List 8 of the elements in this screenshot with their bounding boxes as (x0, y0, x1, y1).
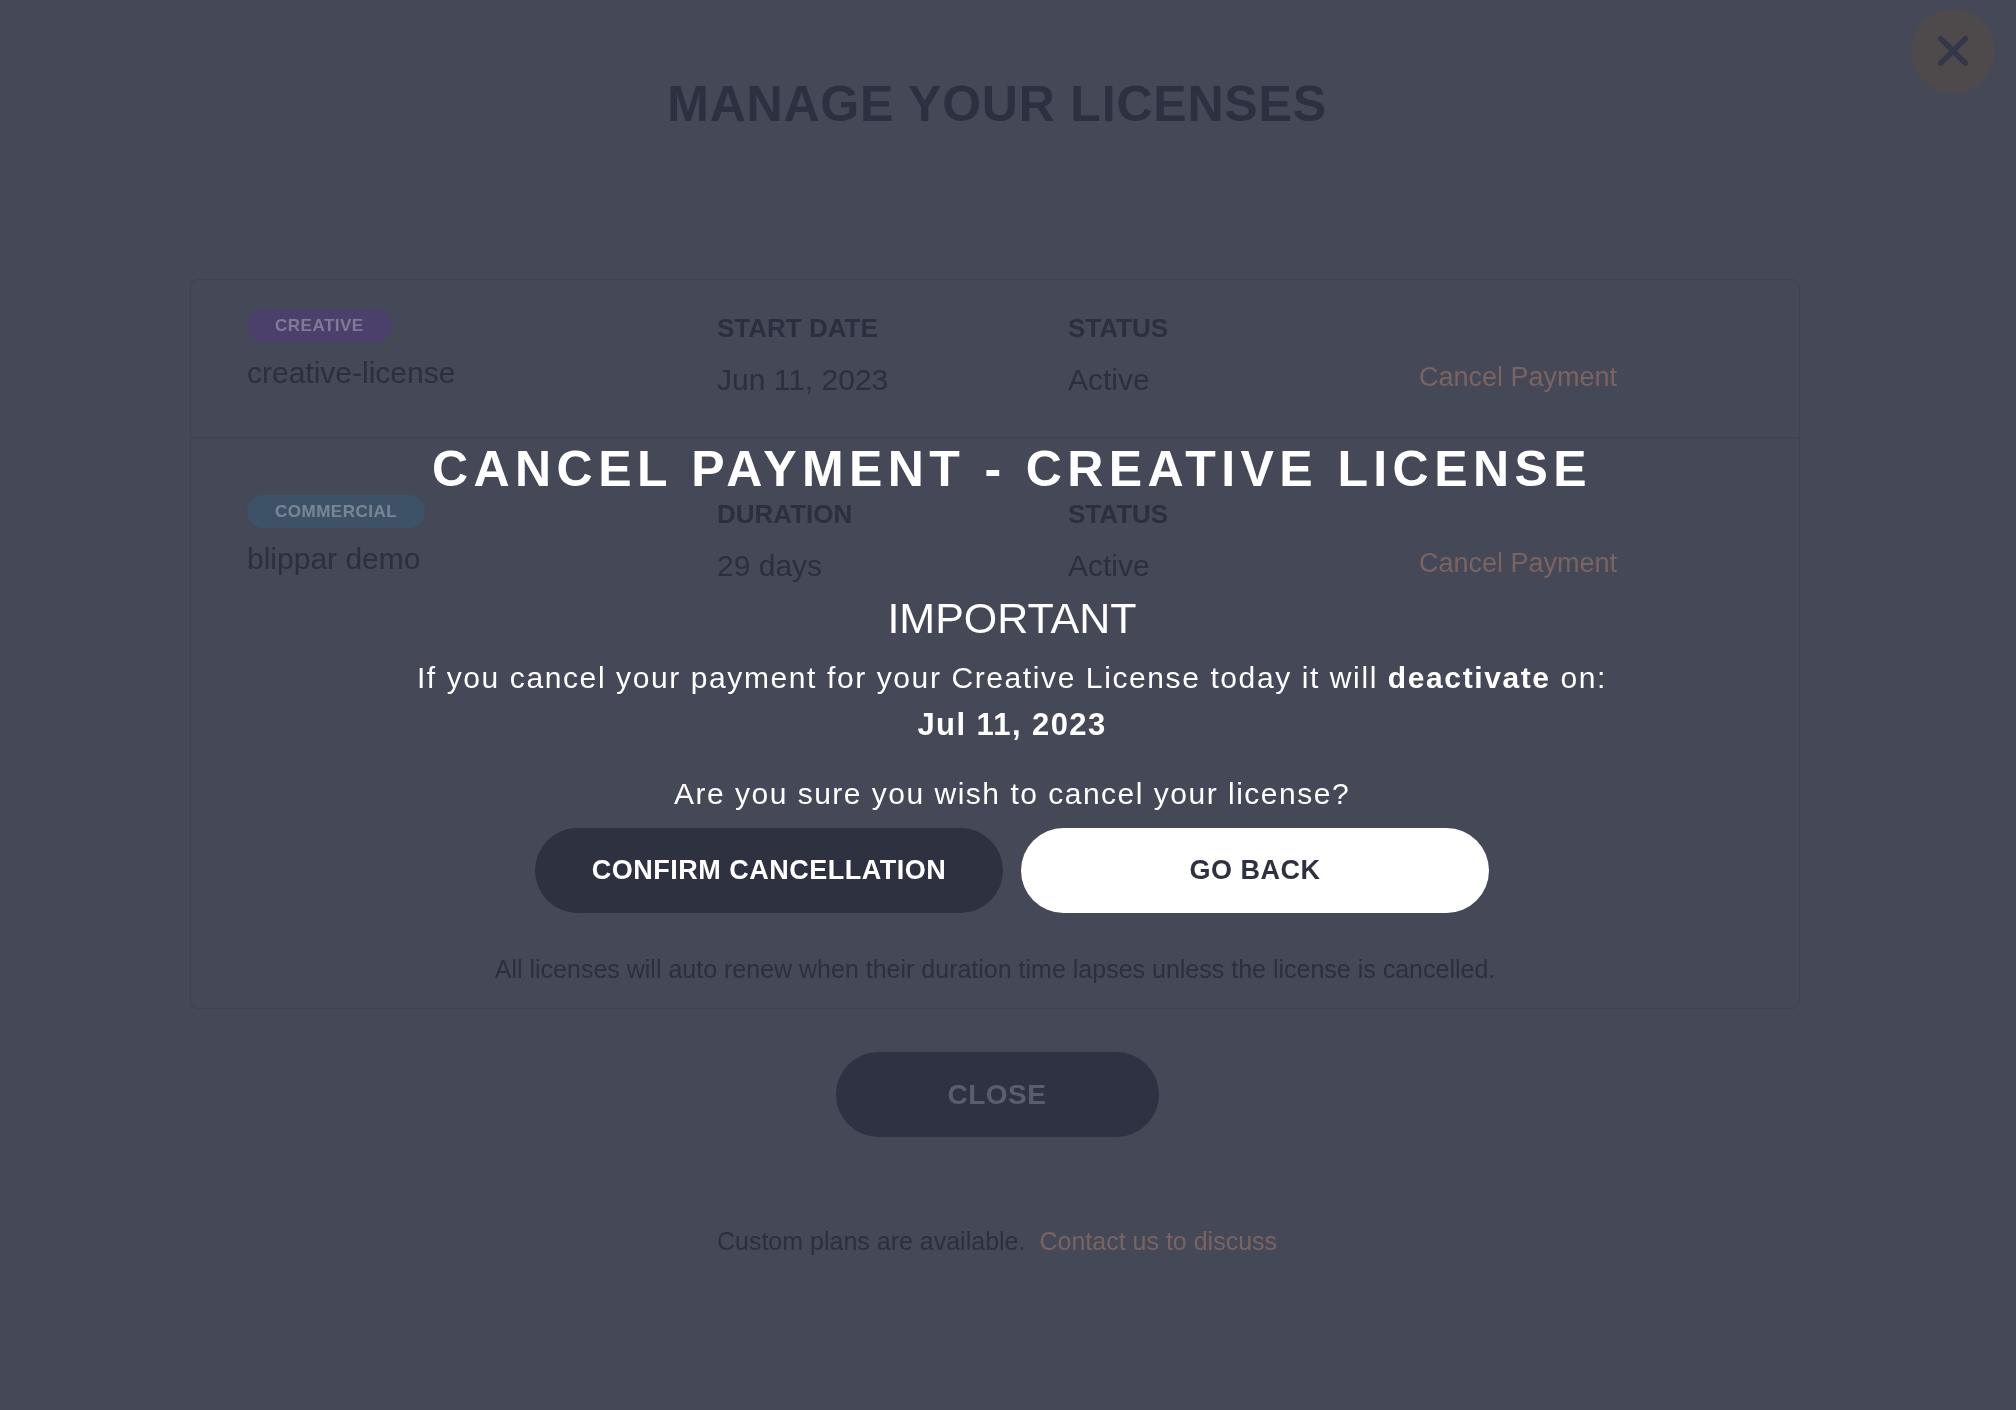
confirm-button[interactable]: CONFIRM CANCELLATION (535, 828, 1003, 913)
close-icon (1938, 36, 1968, 66)
confirm-question: Are you sure you wish to cancel your license? (673, 776, 1351, 812)
dialog-heading: IMPORTANT (887, 594, 1137, 642)
deactivation-date: Jul 11, 2023 (917, 707, 1107, 743)
dialog-message: If you cancel your payment for your Creative License today it will deactivate on: (416, 660, 1608, 696)
dialog-title: CANCEL PAYMENT - CREATIVE LICENSE (432, 442, 1592, 497)
back-button[interactable]: GO BACK (1021, 828, 1489, 913)
